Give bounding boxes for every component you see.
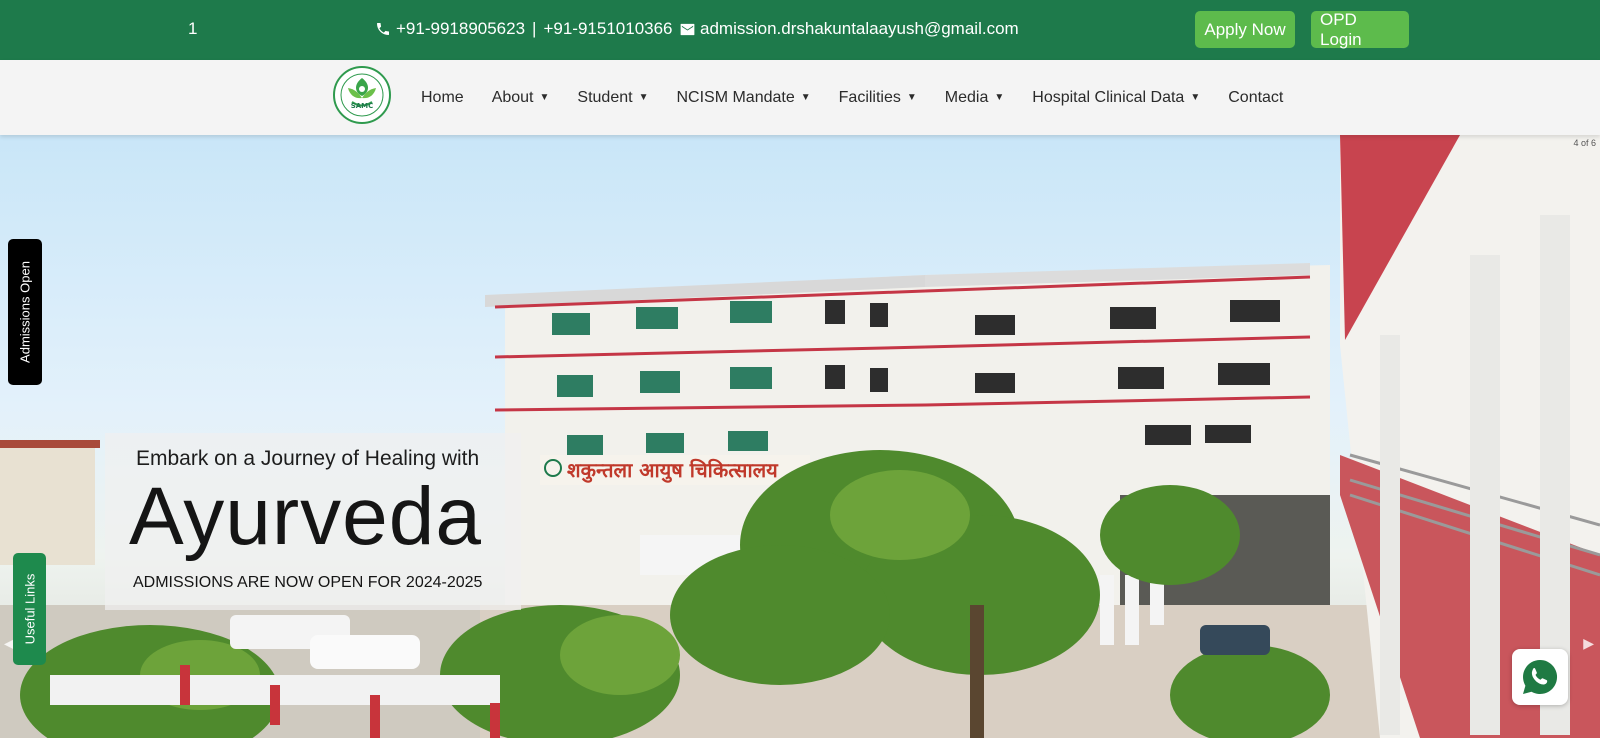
useful-links-label: Useful Links [22,573,37,645]
slide-counter: 4 of 6 [1573,138,1596,148]
email-link[interactable]: admission.drshakuntalaayush@gmail.com [700,19,1019,39]
nav-hospital-label: Hospital Clinical Data [1032,88,1185,106]
nav-ncism-label: NCISM Mandate [676,88,795,106]
phone-number-2[interactable]: +91-9151010366 [543,19,672,39]
nav-student-label: Student [577,88,633,106]
caret-down-icon: ▼ [800,92,811,103]
nav-media-label: Media [944,88,989,106]
nav-student[interactable]: Student ▼ [577,89,648,107]
hero-slider: शकुन्तला आयुष चिकित्सालय 4 of 6 Embark o… [0,135,1600,738]
caret-down-icon: ▼ [1190,92,1201,103]
nav-facilities[interactable]: Facilities ▼ [839,89,917,107]
visitor-counter: 1 [188,19,198,38]
svg-text:शकुन्तला आयुष चिकित्सालय: शकुन्तला आयुष चिकित्सालय [567,458,779,483]
hero-pre-title: Embark on a Journey of Healing with [136,447,480,470]
caret-down-icon: ▼ [539,92,550,103]
hero-subtitle: ADMISSIONS ARE NOW OPEN FOR 2024-2025 [133,574,483,591]
opd-login-button[interactable]: OPD Login [1311,10,1409,49]
nav-home[interactable]: Home [421,89,464,107]
caret-down-icon: ▼ [906,92,917,103]
phone-contact: +91-9918905623 | +91-9151010366 [375,19,673,39]
main-navbar: SAMC Home About ▼ Student ▼ NCISM Mandat… [0,60,1600,135]
whatsapp-icon [1523,659,1558,694]
apply-now-button[interactable]: Apply Now [1195,11,1295,48]
chevron-right-icon[interactable]: ▶ [1583,635,1594,652]
svg-text:SAMC: SAMC [351,102,374,110]
nav-hospital-clinical-data[interactable]: Hospital Clinical Data ▼ [1032,89,1200,107]
phone-number-1[interactable]: +91-9918905623 [396,19,525,39]
top-contact-bar: 1 +91-9918905623 | +91-9151010366 admiss… [0,0,1600,60]
hero-caption: Embark on a Journey of Healing with Ayur… [105,433,521,610]
useful-links-tab[interactable]: Useful Links [13,553,46,665]
nav-contact[interactable]: Contact [1228,89,1283,107]
nav-home-label: Home [421,88,464,106]
nav-facilities-label: Facilities [838,88,901,106]
nav-media[interactable]: Media ▼ [945,89,1004,107]
envelope-icon [680,23,695,35]
nav-menu: Home About ▼ Student ▼ NCISM Mandate ▼ F… [421,60,1311,135]
phone-icon [377,23,389,35]
email-contact: admission.drshakuntalaayush@gmail.com [680,19,1019,39]
nav-about-label: About [491,88,534,106]
hero-title: Ayurveda [129,471,482,562]
whatsapp-button[interactable] [1512,649,1568,705]
nav-ncism-mandate[interactable]: NCISM Mandate ▼ [676,89,810,107]
college-logo[interactable]: SAMC [332,64,392,126]
phone-separator: | [532,19,537,38]
nav-contact-label: Contact [1228,88,1284,106]
caret-down-icon: ▼ [638,92,649,103]
admissions-open-tab[interactable]: Admissions Open [8,239,42,385]
caret-down-icon: ▼ [994,92,1005,103]
nav-about[interactable]: About ▼ [492,89,550,107]
admissions-open-label: Admissions Open [17,261,33,363]
